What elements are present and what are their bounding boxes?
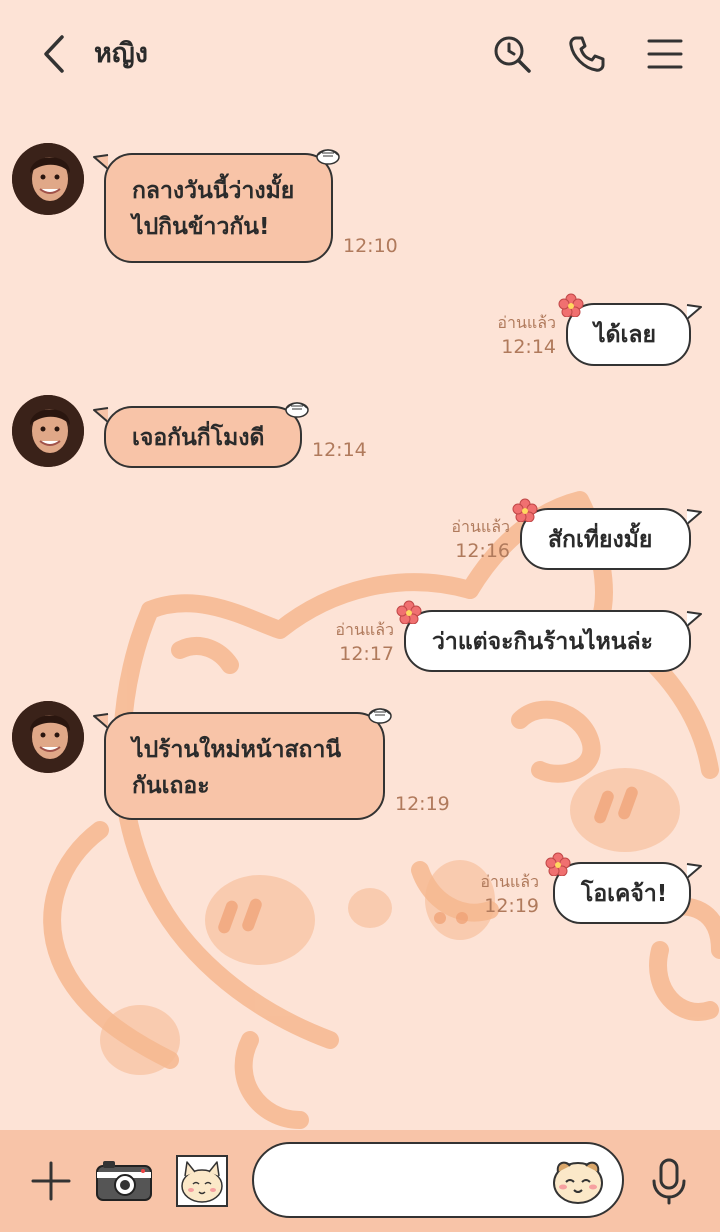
message-meta: อ่านแล้ว 12:19	[453, 871, 539, 919]
search-history-button[interactable]	[490, 32, 534, 76]
camera-button[interactable]	[94, 1156, 154, 1204]
chat-title: หญิง	[94, 38, 148, 69]
message-bubble-incoming[interactable]: เจอกันกี่โมงดี	[93, 402, 309, 468]
bubble-tail	[686, 863, 702, 879]
read-status: อ่านแล้ว	[480, 872, 539, 891]
bubble-tail	[93, 407, 109, 423]
message-time: 12:14	[312, 439, 367, 461]
emoji-icon	[553, 1161, 603, 1204]
plus-icon	[31, 1161, 71, 1201]
message-bubble-outgoing[interactable]: โอเคจ้า!	[545, 852, 702, 924]
contact-avatar[interactable]	[12, 701, 84, 773]
sticker-icon	[176, 1155, 228, 1207]
message-text: ไปกินข้าวกัน!	[132, 214, 270, 240]
bubble-tail	[686, 509, 702, 525]
flower-icon	[545, 852, 571, 876]
message-bubble-outgoing[interactable]: สักเที่ยงมั้ย	[512, 498, 702, 570]
rice-bowl-icon	[368, 708, 392, 724]
message-bubble-incoming[interactable]: กลางวันนี้ว่างมั้ย ไปกินข้าวกัน!	[93, 149, 340, 263]
message-time: 12:10	[343, 235, 398, 257]
message-text: กลางวันนี้ว่างมั้ย	[132, 178, 295, 204]
message-time: 12:14	[501, 336, 556, 358]
contact-photo	[12, 143, 84, 215]
read-status: อ่านแล้ว	[497, 313, 556, 332]
camera-icon	[96, 1161, 152, 1201]
flower-icon	[396, 600, 422, 624]
message-meta: อ่านแล้ว 12:16	[424, 516, 510, 564]
message-text: กันเถอะ	[132, 773, 210, 799]
message-text: ว่าแต่จะกินร้านไหนล่ะ	[432, 629, 653, 655]
message-time: 12:16	[455, 540, 510, 562]
contact-avatar[interactable]	[12, 395, 84, 467]
message-meta: อ่านแล้ว 12:17	[308, 619, 394, 667]
message-bubble-outgoing[interactable]: ได้เลย	[558, 293, 702, 366]
flower-icon	[512, 498, 538, 522]
flower-icon	[558, 293, 584, 317]
contact-photo	[12, 395, 84, 467]
voice-message-button[interactable]	[646, 1154, 692, 1208]
back-icon	[44, 35, 64, 73]
back-button[interactable]	[34, 30, 74, 78]
microphone-icon	[652, 1158, 686, 1205]
contact-avatar[interactable]	[12, 143, 84, 215]
read-status: อ่านแล้ว	[451, 517, 510, 536]
rice-bowl-icon	[316, 149, 340, 165]
message-text: โอเคจ้า!	[581, 881, 668, 907]
read-status: อ่านแล้ว	[335, 620, 394, 639]
message-time: 12:19	[395, 793, 450, 815]
message-composer-bar	[0, 1130, 720, 1232]
bubble-tail	[93, 713, 109, 729]
bubble-tail	[686, 304, 702, 320]
message-time: 12:17	[339, 643, 394, 665]
contact-photo	[12, 701, 84, 773]
rice-bowl-icon	[285, 402, 309, 418]
sticker-gallery-button[interactable]	[175, 1154, 229, 1208]
add-button[interactable]	[28, 1158, 74, 1204]
search-history-icon	[494, 36, 531, 73]
message-text: เจอกันกี่โมงดี	[132, 425, 265, 451]
message-bubble-outgoing[interactable]: ว่าแต่จะกินร้านไหนล่ะ	[396, 600, 702, 672]
bubble-tail	[686, 611, 702, 627]
menu-icon	[647, 39, 683, 69]
message-time: 12:19	[484, 895, 539, 917]
message-text: ไปร้านใหม่หน้าสถานี	[132, 737, 342, 763]
message-bubble-incoming[interactable]: ไปร้านใหม่หน้าสถานี กันเถอะ	[93, 708, 392, 820]
message-text: ได้เลย	[594, 322, 656, 348]
menu-button[interactable]	[643, 32, 687, 76]
call-button[interactable]	[565, 32, 609, 76]
message-meta: อ่านแล้ว 12:14	[470, 312, 556, 360]
emoji-sticker-button[interactable]	[550, 1156, 606, 1206]
phone-icon	[569, 36, 605, 72]
chat-header: หญิง	[0, 0, 720, 108]
bubble-tail	[93, 154, 109, 170]
message-text: สักเที่ยงมั้ย	[548, 527, 653, 553]
chat-screen: หญิง กลางวันนี้ว่างมั้ย ไปกินข้าวกัน! 12…	[0, 0, 720, 1232]
